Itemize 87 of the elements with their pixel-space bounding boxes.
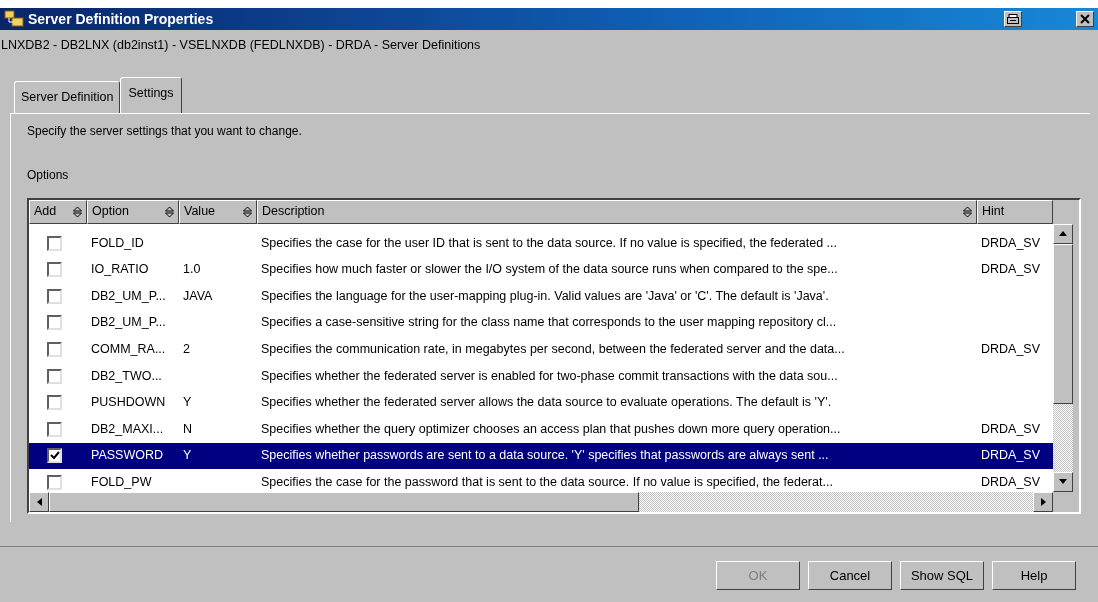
table-cell: DB2_MAXI... (91, 421, 164, 436)
left-arrow-icon (36, 497, 42, 506)
checkbox[interactable] (47, 448, 62, 464)
table-cell: 2 (183, 342, 190, 357)
column-header[interactable]: Value (179, 199, 257, 224)
table-cell: 1.0 (183, 262, 201, 277)
printer-icon (1007, 14, 1019, 24)
vertical-scrollbar[interactable] (1053, 223, 1073, 492)
sort-icon (963, 205, 972, 218)
breadcrumb-path: LNXDB2 - DB2LNX (db2inst1) - VSELNXDB (FEDLNXDB) - DRDA - Server Definitions (0, 37, 482, 54)
print-button[interactable] (1004, 11, 1022, 27)
checkbox[interactable] (47, 288, 62, 304)
sort-icon (165, 205, 174, 218)
instruction-text: Specify the server settings that you want to change. (27, 122, 303, 140)
tab[interactable]: Server Definition (14, 81, 121, 113)
table-row[interactable]: PASSWORD Y Specifies whether passwords are sent to a data source. 'Y' specifies that passwords are always sent ... DRDA_SV (29, 442, 1053, 470)
table-cell: DRDA_SV (981, 421, 1041, 436)
checkbox[interactable] (47, 341, 62, 357)
table-row[interactable]: FOLD_PW Specifies the case for the password that is sent to the data source. If no value is specified, the federat... DRDA_SV (29, 469, 1053, 496)
scroll-down-button[interactable] (1053, 471, 1073, 492)
down-arrow-icon (1059, 479, 1067, 485)
section-label: Options (27, 166, 70, 184)
close-button[interactable] (1076, 11, 1094, 27)
checkbox[interactable] (47, 315, 62, 331)
table-row[interactable]: IO_RATIO 1.0 Specifies how much faster or slower the I/O system of the data source runs when compared to the spe... DRDA_SV (29, 256, 1053, 283)
checkbox[interactable] (47, 262, 62, 278)
table-cell: COMM_RA... (91, 342, 166, 357)
column-header[interactable]: Hint (977, 199, 1053, 224)
scroll-thumb[interactable] (49, 491, 639, 512)
table-cell: DRDA_SV (981, 235, 1041, 250)
table-cell: JAVA (183, 288, 213, 303)
dialog-button[interactable]: Help (992, 560, 1076, 590)
table-cell: FOLD_PW (91, 475, 152, 489)
scroll-up-button[interactable] (1053, 223, 1073, 244)
table-cell: Specifies whether passwords are sent to a data source. 'Y' specifies that passwords are always sent ... (261, 448, 829, 463)
column-header[interactable]: Option (87, 199, 179, 224)
table-cell: PASSWORD (91, 448, 163, 463)
window-title: Server Definition Properties (28, 9, 214, 29)
table-cell: Specifies a case-sensitive string for the class name that corresponds to the user mapping repository cl... (261, 315, 837, 330)
dialog-button[interactable]: Show SQL (900, 560, 984, 590)
table-row[interactable]: DB2_TWO... Specifies whether the federated server is enabled for two-phase commit transactions with the data sou... (29, 362, 1053, 390)
table-cell: DRDA_SV (981, 262, 1041, 277)
table-cell: Y (183, 395, 192, 410)
tab[interactable]: Settings (120, 77, 182, 113)
table-cell: DRDA_SV (981, 475, 1041, 489)
scroll-thumb[interactable] (1053, 243, 1073, 404)
sort-icon (243, 205, 252, 218)
table-cell: Specifies whether the federated server is enabled for two-phase commit transactions with the data sou... (261, 368, 838, 383)
table-cell: Specifies how much faster or slower the I/O system of the data source runs when compared to the spe... (261, 262, 838, 277)
table-cell: DB2_UM_P... (91, 288, 166, 303)
right-arrow-icon (1040, 497, 1046, 506)
window-icon (4, 10, 24, 28)
table-cell: Y (183, 448, 192, 463)
table-cell: PUSHDOWN (91, 395, 166, 410)
table-cell: Specifies the case for the user ID that is sent to the data source. If no value is specified, the federated ... (261, 235, 838, 250)
table-row[interactable]: COMM_RA... 2 Specifies the communication rate, in megabytes per second, between the federated server and the data... DRDA_SV (29, 336, 1053, 363)
table-cell: DRDA_SV (981, 448, 1041, 463)
dialog-button[interactable]: Cancel (808, 560, 892, 590)
scroll-right-button[interactable] (1033, 491, 1053, 512)
table-cell: Specifies whether the federated server allows the data source to evaluate operations. The default is 'Y'. (261, 395, 832, 410)
table-row[interactable]: DB2_UM_P... JAVA Specifies the language for the user-mapping plug-in. Valid values are 'Java' or 'C'. The default is 'Java'. (29, 282, 1053, 310)
table-cell: Specifies the language for the user-mapping plug-in. Valid values are 'Java' or 'C'. The default is 'Java'. (261, 288, 829, 303)
table-cell: Specifies the communication rate, in megabytes per second, between the federated server and the data... (261, 342, 845, 357)
table-cell: IO_RATIO (91, 262, 149, 277)
close-icon (1080, 14, 1090, 24)
horizontal-scrollbar[interactable] (29, 491, 1053, 512)
table-cell: FOLD_ID (91, 235, 144, 250)
table-cell: N (183, 421, 193, 436)
column-header[interactable]: Description (257, 199, 977, 224)
table-row[interactable]: FOLD_ID Specifies the case for the user ID that is sent to the data source. If no value is specified, the federated ... DRDA_SV (29, 229, 1053, 257)
checkbox[interactable] (47, 368, 62, 384)
table-row[interactable]: DB2_UM_P... Specifies a case-sensitive string for the class name that corresponds to the user mapping repository cl... (29, 309, 1053, 337)
table-row[interactable]: DB2_MAXI... N Specifies whether the query optimizer chooses an access plan that pushes down more query operation... DRDA_SV (29, 415, 1053, 443)
table-row[interactable]: PUSHDOWN Y Specifies whether the federated server allows the data source to evaluate operations. The default is 'Y'. (29, 389, 1053, 416)
column-header[interactable]: Add (29, 199, 87, 224)
table-cell: Specifies whether the query optimizer chooses an access plan that pushes down more query operation... (261, 421, 841, 436)
up-arrow-icon (1059, 231, 1067, 237)
table-cell: DB2_TWO... (91, 368, 162, 383)
checkbox[interactable] (47, 421, 62, 437)
checkbox[interactable] (47, 235, 62, 251)
sort-icon (73, 205, 82, 218)
scroll-left-button[interactable] (29, 491, 49, 512)
table-cell: DRDA_SV (981, 342, 1041, 357)
checkbox[interactable] (47, 395, 62, 411)
table-cell: Specifies the case for the password that is sent to the data source. If no value is specified, the federat... (261, 475, 833, 489)
table-cell: DB2_UM_P... (91, 315, 166, 330)
checkbox[interactable] (47, 474, 62, 490)
